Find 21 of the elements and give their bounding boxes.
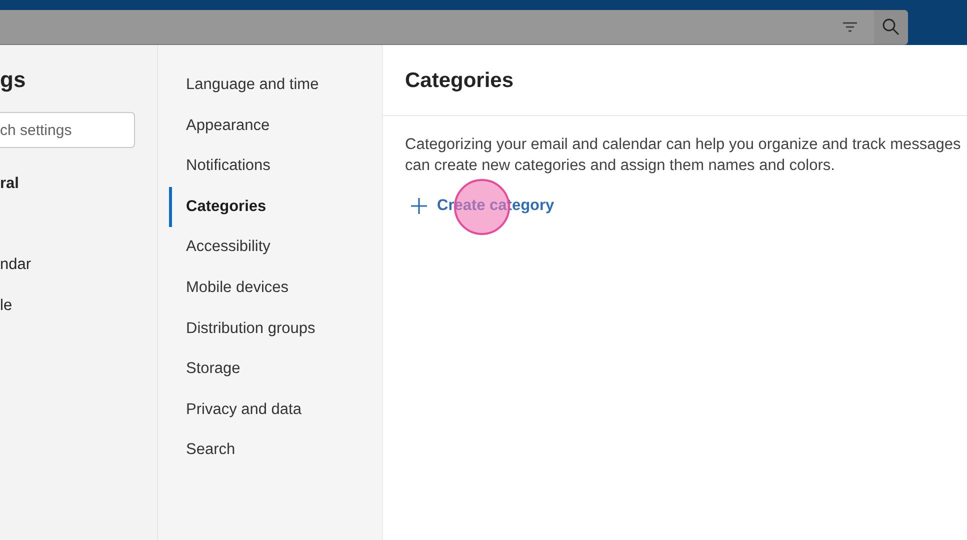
nav-item[interactable]: Mobile devices	[169, 268, 382, 309]
search-button[interactable]	[874, 10, 908, 44]
category-item[interactable]: le	[0, 285, 157, 326]
search-field[interactable]: ch settings	[0, 112, 135, 148]
page-title: Categories	[383, 45, 967, 116]
nav-item[interactable]: Appearance	[169, 106, 382, 146]
nav-item[interactable]: Privacy and data	[169, 390, 382, 430]
nav-item[interactable]: Notifications	[169, 146, 382, 187]
nav-item[interactable]: Search	[169, 430, 382, 471]
nav-item[interactable]: Distribution groups	[169, 308, 382, 350]
filter-icon[interactable]	[843, 22, 857, 32]
pane-title: gs	[0, 67, 27, 94]
nav-item[interactable]: Language and time	[169, 65, 382, 106]
description-text: can create new categories and assign them names and colors.	[405, 156, 836, 176]
nav-item[interactable]: Storage	[169, 349, 382, 390]
category-item[interactable]: ndar	[0, 244, 157, 285]
description-text: Categorizing your email and calendar can help you organize and track messages	[405, 135, 962, 155]
category-item[interactable]: ral	[0, 163, 157, 204]
plus-icon	[409, 196, 429, 216]
nav-item[interactable]: Accessibility	[169, 227, 382, 268]
search-icon	[882, 18, 900, 36]
